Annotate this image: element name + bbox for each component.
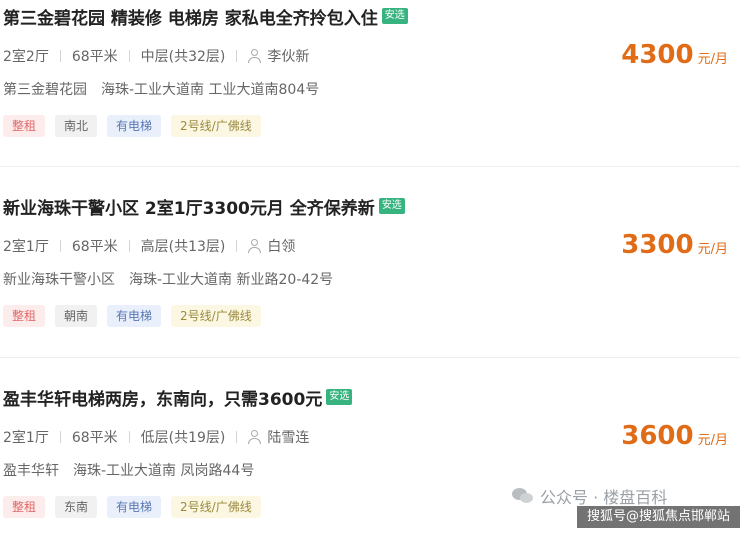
user-icon (248, 430, 262, 444)
listing-price: 3600 元/月 (621, 421, 728, 451)
tag-rent-type: 整租 (3, 115, 46, 137)
listing-price: 4300 元/月 (621, 40, 728, 70)
listing-tags: 整租 南北 有电梯 2号线/广佛线 (3, 114, 271, 138)
community-name[interactable]: 新业海珠干警小区 (3, 269, 115, 289)
meta-divider (59, 431, 61, 443)
listing-card[interactable]: 第三金碧花园 精装修 电梯房 家私电全齐拎包入住 安选 2室2厅 68平米 中层… (0, 0, 740, 166)
anxuan-badge: 安选 (381, 8, 408, 24)
community-name[interactable]: 第三金碧花园 (3, 79, 87, 99)
listing-meta: 2室2厅 68平米 中层(共32层) 李伙新 (3, 46, 309, 66)
meta-divider (128, 50, 130, 62)
wechat-icon (512, 487, 534, 505)
tag-metro: 2号线/广佛线 (171, 115, 261, 137)
meta-divider (128, 240, 130, 252)
room-layout: 2室1厅 (3, 430, 49, 446)
floor-level: 中层(共32层) (140, 49, 226, 65)
tag-elevator: 有电梯 (107, 305, 162, 327)
agent-name[interactable]: 陆雪连 (267, 427, 309, 447)
listing-divider (0, 166, 740, 167)
tag-metro: 2号线/广佛线 (171, 305, 261, 327)
listing-address: 新业海珠干警小区 海珠-工业大道南 新业路20-42号 (3, 269, 333, 289)
listing-title[interactable]: 盈丰华轩电梯两房，东南向，只需3600元 (3, 385, 322, 410)
watermark-text: 公众号 · 楼盘百科 (540, 488, 668, 507)
listing-address: 第三金碧花园 海珠-工业大道南 工业大道南804号 (3, 79, 319, 99)
anxuan-badge: 安选 (326, 389, 353, 405)
tag-rent-type: 整租 (3, 305, 46, 327)
listing-title-row: 第三金碧花园 精装修 电梯房 家私电全齐拎包入住 安选 (3, 4, 408, 29)
listing-meta: 2室1厅 68平米 高层(共13层) 白领 (3, 236, 295, 256)
street-address: 海珠-工业大道南 新业路20-42号 (129, 272, 334, 288)
price-unit: 元/月 (697, 242, 728, 257)
floor-area: 68平米 (71, 239, 118, 255)
meta-divider (236, 50, 238, 62)
listing-title[interactable]: 第三金碧花园 精装修 电梯房 家私电全齐拎包入住 (3, 4, 378, 29)
floor-area: 68平米 (71, 430, 118, 446)
listing-address: 盈丰华轩 海珠-工业大道南 凤岗路44号 (3, 460, 254, 480)
listing-meta: 2室1厅 68平米 低层(共19层) 陆雪连 (3, 427, 309, 447)
watermark: 公众号 · 楼盘百科 (512, 484, 667, 508)
agent-name[interactable]: 李伙新 (267, 46, 309, 66)
tag-metro: 2号线/广佛线 (171, 496, 261, 518)
price-unit: 元/月 (697, 52, 728, 67)
listing-divider (0, 357, 740, 358)
anxuan-badge: 安选 (378, 198, 405, 214)
user-icon (248, 239, 262, 253)
source-label: 搜狐号@搜狐焦点邯郸站 (576, 506, 740, 528)
street-address: 海珠-工业大道南 凤岗路44号 (73, 463, 255, 479)
listing-tags: 整租 朝南 有电梯 2号线/广佛线 (3, 304, 271, 328)
tag-elevator: 有电梯 (107, 115, 162, 137)
price-value: 3300 (621, 230, 694, 260)
price-value: 4300 (621, 40, 694, 70)
street-address: 海珠-工业大道南 工业大道南804号 (101, 82, 320, 98)
listing-card[interactable]: 新业海珠干警小区 2室1厅3300元月 全齐保养新 安选 2室1厅 68平米 高… (0, 190, 740, 356)
meta-divider (128, 431, 130, 443)
tag-orientation: 南北 (55, 115, 98, 137)
price-unit: 元/月 (697, 433, 728, 448)
tag-rent-type: 整租 (3, 496, 46, 518)
meta-divider (59, 50, 61, 62)
meta-divider (236, 431, 238, 443)
tag-elevator: 有电梯 (107, 496, 162, 518)
listing-tags: 整租 东南 有电梯 2号线/广佛线 (3, 495, 271, 519)
listing-title[interactable]: 新业海珠干警小区 2室1厅3300元月 全齐保养新 (3, 194, 375, 219)
tag-orientation: 东南 (55, 496, 98, 518)
floor-area: 68平米 (71, 49, 118, 65)
price-value: 3600 (621, 421, 694, 451)
listing-price: 3300 元/月 (621, 230, 728, 260)
user-icon (248, 49, 262, 63)
meta-divider (59, 240, 61, 252)
floor-level: 高层(共13层) (140, 239, 226, 255)
room-layout: 2室1厅 (3, 239, 49, 255)
floor-level: 低层(共19层) (140, 430, 226, 446)
listing-title-row: 新业海珠干警小区 2室1厅3300元月 全齐保养新 安选 (3, 194, 405, 219)
agent-name[interactable]: 白领 (267, 236, 295, 256)
room-layout: 2室2厅 (3, 49, 49, 65)
tag-orientation: 朝南 (55, 305, 98, 327)
listing-title-row: 盈丰华轩电梯两房，东南向，只需3600元 安选 (3, 385, 353, 410)
meta-divider (236, 240, 238, 252)
community-name[interactable]: 盈丰华轩 (3, 460, 59, 480)
